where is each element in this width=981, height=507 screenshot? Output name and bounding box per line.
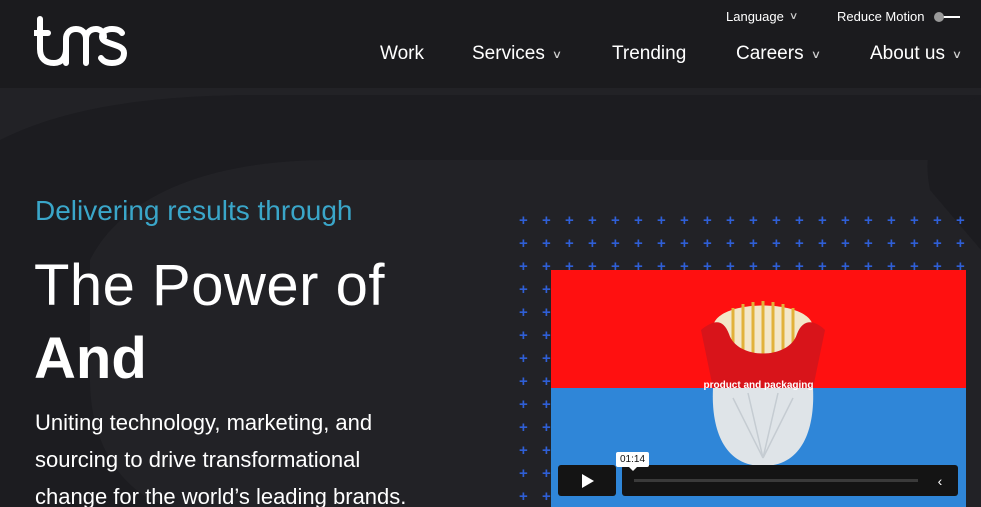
plus-icon: +: [542, 327, 551, 344]
plus-icon: +: [542, 373, 551, 390]
nav-item-label: Careers: [736, 43, 804, 64]
chevron-down-icon: ∨: [951, 48, 963, 61]
hero-headline-line2: And: [34, 326, 147, 391]
plus-icon: +: [749, 212, 758, 229]
hero-video[interactable]: product and packaging ‹: [551, 270, 966, 507]
plus-icon: +: [542, 488, 551, 505]
chevron-down-icon: ∨: [810, 48, 821, 61]
plus-icon: +: [864, 212, 873, 229]
play-button[interactable]: [558, 465, 616, 496]
plus-icon: +: [519, 396, 528, 413]
plus-icon: +: [703, 212, 712, 229]
plus-icon: +: [542, 235, 551, 252]
plus-icon: +: [841, 235, 850, 252]
chevron-left-icon[interactable]: ‹: [930, 471, 950, 491]
plus-icon: +: [910, 235, 919, 252]
plus-icon: +: [703, 235, 712, 252]
hero-kicker: Delivering results through: [35, 195, 353, 226]
plus-icon: +: [588, 235, 597, 252]
plus-icon: +: [933, 235, 942, 252]
nav-item-work[interactable]: Work: [380, 43, 424, 65]
plus-icon: +: [910, 212, 919, 229]
nav-item-label: Services: [472, 43, 545, 64]
plus-icon: +: [841, 212, 850, 229]
plus-icon: +: [519, 327, 528, 344]
plus-icon: +: [680, 212, 689, 229]
plus-icon: +: [611, 235, 620, 252]
plus-icon: +: [519, 304, 528, 321]
plus-icon: +: [519, 212, 528, 229]
plus-icon: +: [542, 212, 551, 229]
plus-icon: +: [749, 235, 758, 252]
plus-icon: +: [887, 235, 896, 252]
video-progress-bar[interactable]: [634, 479, 918, 482]
video-caption: product and packaging: [703, 380, 814, 391]
plus-icon: +: [542, 442, 551, 459]
reduce-motion-label: Reduce Motion: [837, 9, 925, 24]
plus-icon: +: [519, 258, 528, 275]
plus-icon: +: [657, 235, 666, 252]
chevron-down-icon: ∨: [551, 48, 563, 61]
plus-icon: +: [887, 212, 896, 229]
plus-icon: +: [542, 465, 551, 482]
plus-icon: +: [864, 235, 873, 252]
plus-icon: +: [519, 419, 528, 436]
nav-item-trending[interactable]: Trending: [612, 43, 686, 65]
nav-item-careers[interactable]: Careers ∨: [736, 43, 821, 65]
plus-icon: +: [657, 212, 666, 229]
plus-icon: +: [519, 373, 528, 390]
language-label: Language: [726, 9, 784, 24]
plus-icon: +: [565, 235, 574, 252]
plus-icon: +: [634, 235, 643, 252]
plus-icon: +: [726, 212, 735, 229]
chevron-down-icon: ∨: [788, 11, 799, 22]
nav-item-about-us[interactable]: About us ∨: [870, 43, 963, 65]
plus-icon: +: [795, 212, 804, 229]
video-controls: ‹: [622, 465, 958, 496]
nav-item-label: Work: [380, 43, 424, 64]
plus-icon: +: [519, 488, 528, 505]
plus-icon: +: [956, 212, 965, 229]
plus-icon: +: [519, 281, 528, 298]
hero-body-line: sourcing to drive transformational: [35, 447, 361, 472]
plus-icon: +: [933, 212, 942, 229]
plus-icon: +: [772, 235, 781, 252]
toggle-switch-icon[interactable]: [934, 10, 961, 24]
plus-icon: +: [542, 304, 551, 321]
hero-body-line: change for the world’s leading brands.: [35, 484, 407, 507]
plus-icon: +: [795, 235, 804, 252]
plus-icon: +: [818, 212, 827, 229]
nav-item-services[interactable]: Services ∨: [472, 43, 563, 65]
main-nav: Work Services ∨ Trending Careers ∨ About…: [0, 43, 981, 69]
plus-icon: +: [634, 212, 643, 229]
hero-body-copy: Uniting technology, marketing, and sourc…: [35, 404, 455, 507]
plus-icon: +: [818, 235, 827, 252]
time-tooltip: 01:14: [616, 452, 650, 471]
plus-icon: +: [542, 281, 551, 298]
reduce-motion-toggle[interactable]: Reduce Motion: [837, 9, 961, 24]
play-icon: [582, 473, 594, 488]
nav-item-label: Trending: [612, 43, 687, 64]
plus-icon: +: [519, 235, 528, 252]
plus-icon: +: [772, 212, 781, 229]
plus-icon: +: [680, 235, 689, 252]
plus-icon: +: [611, 212, 620, 229]
site-header: Language ∨ Reduce Motion Work Services ∨…: [0, 0, 981, 88]
hero-body-line: Uniting technology, marketing, and: [35, 410, 373, 435]
nav-item-label: About us: [870, 43, 945, 64]
plus-icon: +: [542, 258, 551, 275]
plus-icon: +: [542, 350, 551, 367]
plus-icon: +: [726, 235, 735, 252]
plus-icon: +: [519, 465, 528, 482]
plus-icon: +: [519, 442, 528, 459]
plus-icon: +: [519, 350, 528, 367]
plus-icon: +: [956, 235, 965, 252]
plus-icon: +: [588, 212, 597, 229]
plus-icon: +: [542, 396, 551, 413]
plus-icon: +: [542, 419, 551, 436]
hero-headline-line1: The Power of: [34, 253, 385, 318]
plus-icon: +: [565, 212, 574, 229]
language-selector[interactable]: Language ∨: [726, 9, 799, 24]
